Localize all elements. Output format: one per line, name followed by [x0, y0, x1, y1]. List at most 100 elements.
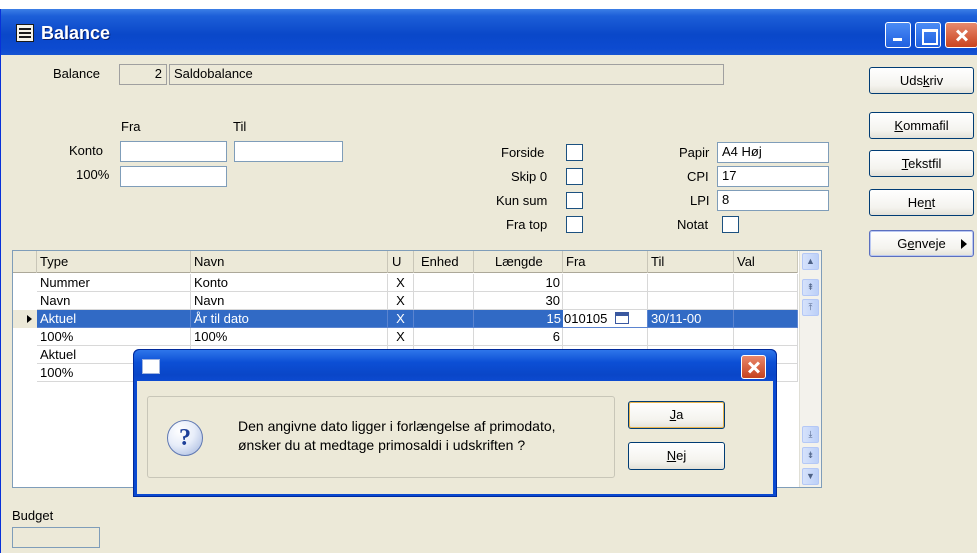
cell-til[interactable] — [648, 328, 734, 346]
cell-navn[interactable]: Konto — [191, 274, 388, 292]
cell-val[interactable] — [734, 328, 798, 346]
col-type[interactable]: Type — [37, 251, 191, 273]
papir-input[interactable]: A4 Høj — [717, 142, 829, 163]
window-title: Balance — [41, 23, 111, 43]
tekstfil-label: ekstfil — [908, 156, 942, 171]
scroll-down-icon[interactable]: ▼ — [802, 468, 819, 485]
title-bar[interactable]: Balance — [1, 9, 977, 55]
close-icon[interactable] — [945, 22, 977, 48]
maximize-icon[interactable] — [915, 22, 941, 48]
cell-fra-editor[interactable]: 010105 — [563, 310, 648, 328]
col-enhed[interactable]: Enhed — [414, 251, 474, 273]
cell-u[interactable]: X — [388, 274, 414, 292]
cpi-label: CPI — [687, 169, 709, 184]
genveje-label: G — [897, 236, 908, 251]
cell-til[interactable] — [648, 274, 734, 292]
message-line-1: Den angivne dato ligger i forlængelse af… — [238, 418, 556, 434]
window-icon[interactable] — [16, 24, 34, 42]
cell-navn[interactable]: Navn — [191, 292, 388, 310]
cell-enhed[interactable] — [414, 274, 474, 292]
notat-checkbox[interactable] — [722, 216, 739, 233]
cell-type[interactable]: Navn — [37, 292, 191, 310]
minimize-icon[interactable] — [885, 22, 911, 48]
grid-scrollbar[interactable]: ▲ ⇞ ⤒ ⤓ ⇟ ▼ — [799, 251, 821, 487]
col-val[interactable]: Val — [734, 251, 798, 273]
ja-button[interactable]: Ja — [628, 401, 725, 429]
scroll-up-icon[interactable]: ▲ — [802, 253, 819, 270]
table-row[interactable]: Nummer Konto X 10 — [13, 274, 798, 292]
cell-fra[interactable] — [563, 274, 648, 292]
cell-laengde[interactable]: 15 — [474, 310, 563, 328]
cell-enhed[interactable] — [414, 310, 474, 328]
cell-navn[interactable]: År til dato — [191, 310, 388, 328]
konto-label: Konto — [69, 143, 103, 158]
forside-label: Forside — [501, 145, 545, 160]
tekstfil-button[interactable]: Tekstfil — [869, 150, 974, 177]
cell-enhed[interactable] — [414, 292, 474, 310]
table-row[interactable]: Navn Navn X 30 — [13, 292, 798, 310]
calendar-icon[interactable] — [615, 312, 630, 324]
scroll-bottom-icon[interactable]: ⤓ — [802, 426, 819, 443]
balance-number-field: 2 — [119, 64, 167, 85]
udskriv-button[interactable]: Udskriv — [869, 67, 974, 94]
kommafil-button[interactable]: Kommafil — [869, 112, 974, 139]
cell-val[interactable] — [734, 292, 798, 310]
cell-navn[interactable]: 100% — [191, 328, 388, 346]
table-row[interactable]: 100% 100% X 6 — [13, 328, 798, 346]
dialog-body: ? Den angivne dato ligger i forlængelse … — [137, 381, 773, 494]
ja-label: a — [676, 407, 684, 422]
hent-label-rest: t — [931, 195, 936, 210]
cell-u[interactable]: X — [388, 310, 414, 328]
submenu-arrow-icon — [961, 239, 967, 249]
cell-type[interactable]: Aktuel — [37, 310, 191, 328]
cell-laengde[interactable]: 10 — [474, 274, 563, 292]
message-panel: ? Den angivne dato ligger i forlængelse … — [147, 396, 615, 478]
papir-label: Papir — [679, 145, 710, 160]
row-indicator-header — [13, 251, 37, 273]
col-fra[interactable]: Fra — [563, 251, 648, 273]
table-row-selected[interactable]: Aktuel År til dato X 15 010105 30/11-00 — [13, 310, 798, 328]
nej-button[interactable]: Nej — [628, 442, 725, 470]
lpi-input[interactable]: 8 — [717, 190, 829, 211]
kunsum-checkbox[interactable] — [566, 192, 583, 209]
cell-til[interactable]: 30/11-00 — [648, 310, 734, 328]
genveje-accel: e — [907, 236, 915, 251]
scroll-top-icon[interactable]: ⤒ — [802, 299, 819, 316]
hent-label: He — [907, 195, 925, 210]
cell-val[interactable] — [734, 310, 798, 328]
cell-type[interactable]: Nummer — [37, 274, 191, 292]
cell-laengde[interactable]: 30 — [474, 292, 563, 310]
row-indicator — [13, 328, 37, 346]
notat-label: Notat — [677, 217, 709, 232]
col-laengde[interactable]: Længde — [474, 251, 563, 273]
close-icon[interactable] — [741, 355, 766, 379]
hent-button[interactable]: Hent — [869, 189, 974, 216]
cell-type[interactable]: 100% — [37, 328, 191, 346]
genveje-button[interactable]: Genveje — [869, 230, 974, 257]
fratop-checkbox[interactable] — [566, 216, 583, 233]
genveje-label-rest: nveje — [914, 236, 946, 251]
cell-u[interactable]: X — [388, 292, 414, 310]
cell-fra[interactable] — [563, 328, 648, 346]
konto-til-input[interactable] — [234, 141, 343, 162]
cpi-input[interactable]: 17 — [717, 166, 829, 187]
page-up-icon[interactable]: ⇞ — [802, 279, 819, 296]
cell-u[interactable]: X — [388, 328, 414, 346]
forside-checkbox[interactable] — [566, 144, 583, 161]
cell-fra[interactable] — [563, 292, 648, 310]
kommafil-accel: K — [894, 118, 904, 133]
budget-field[interactable] — [12, 527, 100, 548]
skip0-checkbox[interactable] — [566, 168, 583, 185]
col-u[interactable]: U — [388, 251, 414, 273]
cell-laengde[interactable]: 6 — [474, 328, 563, 346]
col-navn[interactable]: Navn — [191, 251, 388, 273]
konto-fra-input[interactable] — [120, 141, 227, 162]
page-down-icon[interactable]: ⇟ — [802, 447, 819, 464]
pct-input[interactable] — [120, 166, 227, 187]
cell-til[interactable] — [648, 292, 734, 310]
skip0-label: Skip 0 — [511, 169, 548, 184]
cell-val[interactable] — [734, 274, 798, 292]
dialog-title-bar[interactable] — [134, 350, 776, 381]
col-til[interactable]: Til — [648, 251, 734, 273]
cell-enhed[interactable] — [414, 328, 474, 346]
